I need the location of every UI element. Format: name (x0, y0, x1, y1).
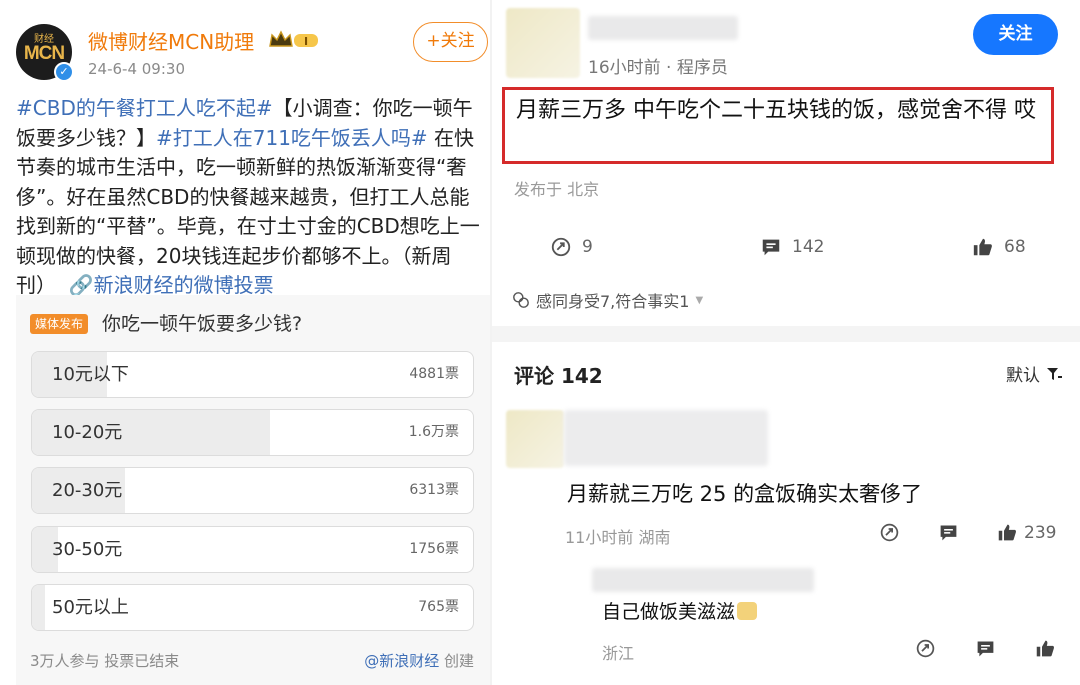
media-badge: 媒体发布 (30, 314, 89, 334)
section-separator (492, 326, 1080, 342)
forward-icon (916, 639, 935, 658)
weibo-post-panel: 财经 MCN ✓ 微博财经MCN助理 I 24-6-4 09:30 +关注 #C… (0, 0, 490, 685)
forward-icon (551, 237, 571, 257)
forward-action[interactable]: 9 (550, 236, 593, 258)
reply-reply-button[interactable] (975, 638, 996, 659)
blurred-avatar (506, 8, 580, 78)
verified-icon: ✓ (54, 62, 74, 82)
reactions-text: 感同身受7,符合事实1 (536, 292, 690, 311)
comment-like-button[interactable]: 239 (997, 522, 1056, 543)
dropdown-caret-icon: ▼ (695, 294, 704, 306)
thumbs-up-icon (1036, 640, 1054, 657)
highlighted-post-text: 月薪三万多 中午吃个二十五块钱的饭，感觉舍不得 哎 (516, 98, 1036, 123)
hashtag-711-lunch[interactable]: #打工人在711吃午饭丢人吗# (156, 126, 428, 150)
comments-header: 评论 142 (514, 364, 603, 388)
account-name[interactable]: 微博财经MCN助理 (88, 26, 254, 55)
forward-icon (880, 523, 899, 542)
comment-meta: 11小时前 湖南 (565, 528, 671, 547)
reactions-summary[interactable]: 感同身受7,符合事实1 ▼ (512, 288, 703, 312)
reply-text-content: 自己做饭美滋滋 (602, 601, 736, 623)
poll-option[interactable]: 10元以下 4881票 (31, 351, 474, 398)
reply-like-button[interactable] (1035, 638, 1056, 659)
sort-label: 默认 (1006, 366, 1040, 386)
comment-icon (977, 641, 994, 657)
comment-text: 月薪就三万吃 25 的盒饭确实太奢侈了 (567, 482, 923, 506)
like-count: 68 (1004, 237, 1026, 257)
poll-creator-link[interactable]: @新浪财经 (364, 652, 439, 670)
like-action[interactable]: 68 (972, 236, 1026, 258)
poll-option-votes: 4881票 (409, 366, 459, 382)
reaction-icon (513, 292, 529, 308)
poll-option-votes: 765票 (418, 599, 459, 615)
poll-option-label: 10-20元 (52, 422, 123, 443)
poll-option-votes: 1.6万票 (408, 424, 459, 440)
comment-icon (762, 239, 780, 256)
comment-reply-button[interactable] (938, 522, 959, 543)
post-timestamp: 24-6-4 09:30 (88, 60, 185, 78)
comment-count: 142 (792, 237, 825, 257)
comment-action[interactable]: 142 (760, 236, 824, 258)
forward-count: 9 (582, 237, 593, 257)
poll-creator: @新浪财经 创建 (364, 650, 474, 671)
reply-forward-button[interactable] (915, 638, 936, 659)
poll-link[interactable]: 🔗新浪财经的微博投票 (69, 273, 274, 297)
crown-badge-icon: I (269, 30, 318, 48)
thumbs-up-icon (973, 238, 992, 256)
poll-option[interactable]: 30-50元 1756票 (31, 526, 474, 573)
blurred-username (588, 16, 738, 40)
poll-option-votes: 1756票 (409, 541, 459, 557)
poll-card: 媒体发布 你吃一顿午饭要多少钱? 10元以下 4881票 10-20元 1.6万… (16, 295, 490, 685)
filter-icon (1047, 367, 1062, 380)
post-body: #CBD的午餐打工人吃不起#【小调查：你吃一顿午饭要多少钱？】#打工人在711吃… (16, 94, 486, 301)
post-location: 发布于 北京 (514, 180, 600, 199)
svg-text:I: I (304, 35, 308, 48)
poll-creator-suffix: 创建 (439, 652, 474, 670)
post-text-segment: 在快节奏的城市生活中，吃一顿新鲜的热饭渐渐变得“奢侈”。好在虽然CBD的快餐越来… (16, 125, 480, 298)
poll-option-votes: 6313票 (409, 482, 459, 498)
comment-icon (940, 525, 957, 541)
hashtag-cbd-lunch[interactable]: #CBD的午餐打工人吃不起# (16, 96, 273, 120)
thumbs-up-icon (998, 524, 1016, 541)
sort-dropdown[interactable]: 默认 (1006, 361, 1062, 386)
poll-option-label: 20-30元 (52, 480, 123, 501)
follow-button[interactable]: +关注 (413, 22, 488, 62)
emoji-icon (737, 602, 758, 620)
blurred-reply-username (592, 568, 814, 592)
reply-location: 浙江 (602, 644, 635, 663)
reply-text: 自己做饭美滋滋 (602, 597, 758, 624)
poll-question: 你吃一顿午饭要多少钱? (102, 313, 303, 335)
poll-option-label: 10元以下 (52, 364, 129, 385)
poll-option-label: 50元以上 (52, 597, 129, 618)
post-meta: 16小时前 · 程序员 (588, 58, 728, 78)
poll-option-bar (32, 585, 46, 630)
blurred-avatar (506, 410, 564, 468)
blurred-username (564, 410, 768, 466)
poll-footer: 3万人参与 投票已结束 (30, 652, 180, 670)
comment-thread-panel: 16小时前 · 程序员 关注 月薪三万多 中午吃个二十五块钱的饭，感觉舍不得 哎… (492, 0, 1080, 685)
comment-like-count: 239 (1024, 522, 1057, 543)
account-avatar[interactable]: 财经 MCN ✓ (16, 24, 74, 82)
poll-option[interactable]: 10-20元 1.6万票 (31, 409, 474, 456)
poll-option-label: 30-50元 (52, 539, 123, 560)
poll-option[interactable]: 20-30元 6313票 (31, 467, 474, 514)
poll-option[interactable]: 50元以上 765票 (31, 584, 474, 631)
comment-forward-button[interactable] (879, 522, 900, 543)
follow-button[interactable]: 关注 (973, 14, 1058, 55)
